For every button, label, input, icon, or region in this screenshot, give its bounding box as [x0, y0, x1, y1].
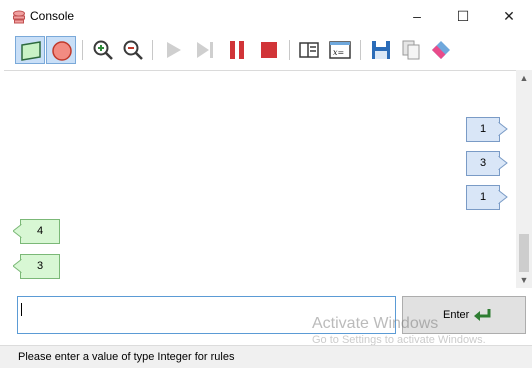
zoom-in-icon	[93, 40, 113, 60]
bubble-tail-icon	[498, 122, 508, 136]
output-value: 3	[479, 157, 487, 169]
variables-panel-icon	[299, 42, 319, 58]
play-icon	[167, 42, 181, 58]
output-bubble: 1	[466, 117, 508, 142]
input-bubble: 4	[13, 219, 60, 244]
zoom-out-icon	[123, 40, 143, 60]
bubble-tail-icon	[498, 190, 508, 204]
minimize-button[interactable]: –	[394, 0, 440, 32]
output-bubble: 1	[466, 185, 508, 210]
toolbar-separator	[289, 40, 290, 60]
pause-button[interactable]	[222, 36, 252, 64]
toolbar: x=	[0, 32, 532, 70]
toolbar-separator	[360, 40, 361, 60]
toolbar-separator	[82, 40, 83, 60]
input-bubble: 3	[13, 254, 60, 279]
output-value: 1	[479, 191, 487, 203]
variables-panel-button[interactable]	[294, 36, 324, 64]
io-shape-button[interactable]	[15, 36, 45, 64]
status-bar: Please enter a value of type Integer for…	[0, 345, 532, 368]
title-bar: Console – ☐ ✕	[0, 0, 532, 32]
bubble-tail-icon	[498, 156, 508, 170]
step-icon	[197, 42, 213, 58]
expression-button[interactable]: x=	[325, 36, 355, 64]
stop-icon	[261, 42, 277, 58]
scroll-thumb[interactable]	[519, 234, 529, 272]
save-button[interactable]	[366, 36, 396, 64]
stop-circle-button[interactable]	[46, 36, 76, 64]
enter-button-label: Enter	[443, 309, 470, 321]
maximize-button[interactable]: ☐	[440, 0, 486, 32]
zoom-out-button[interactable]	[118, 36, 148, 64]
pause-icon	[230, 41, 244, 59]
copy-button[interactable]	[396, 36, 426, 64]
play-button[interactable]	[158, 36, 188, 64]
vertical-scrollbar[interactable]: ▲ ▼	[516, 70, 532, 288]
output-value: 1	[479, 123, 487, 135]
step-button[interactable]	[190, 36, 220, 64]
zoom-in-button[interactable]	[88, 36, 118, 64]
scroll-up-icon[interactable]: ▲	[516, 70, 532, 86]
input-value: 3	[36, 260, 44, 272]
input-value: 4	[36, 225, 44, 237]
window-title: Console	[30, 9, 75, 23]
close-button[interactable]: ✕	[486, 0, 532, 32]
save-icon	[372, 41, 390, 59]
scroll-down-icon[interactable]: ▼	[516, 272, 532, 288]
copy-icon	[402, 40, 420, 60]
eraser-button[interactable]	[426, 36, 456, 64]
enter-arrow-icon	[474, 309, 491, 321]
output-bubble: 3	[466, 151, 508, 176]
stop-circle-icon	[52, 41, 72, 61]
stop-button[interactable]	[254, 36, 284, 64]
bubble-tail-icon	[13, 224, 22, 238]
eraser-icon	[432, 41, 450, 59]
io-shape-icon	[21, 41, 41, 61]
bubble-tail-icon	[13, 259, 22, 273]
activation-watermark-title: Activate Windows	[312, 315, 439, 332]
flowgorithm-logo-icon	[13, 10, 25, 24]
status-message: Please enter a value of type Integer for…	[18, 351, 235, 363]
toolbar-separator	[152, 40, 153, 60]
text-caret	[21, 303, 22, 316]
expression-icon: x=	[329, 41, 351, 59]
svg-text:x=: x=	[333, 48, 344, 57]
console-output-area: 1 3 1 4 3	[4, 70, 516, 289]
